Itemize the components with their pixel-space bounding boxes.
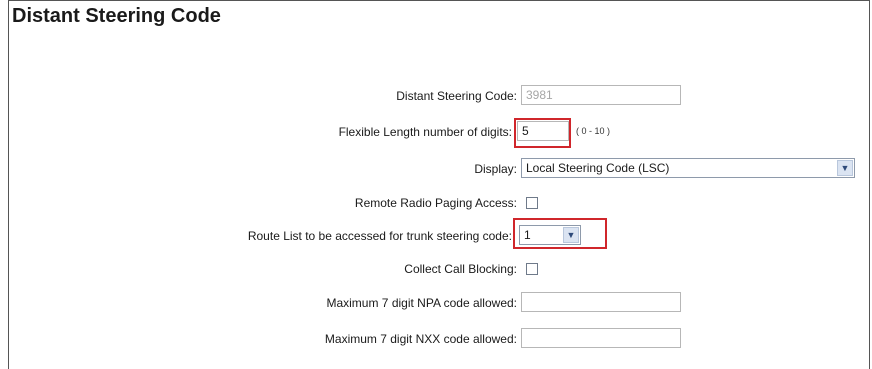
row-route-list: Route List to be accessed for trunk stee… [0,224,872,248]
row-collect-call-blocking: Collect Call Blocking: [0,257,872,281]
row-remote-radio-paging: Remote Radio Paging Access: [0,191,872,215]
row-display: Display: Local Steering Code (LSC) ▼ [0,157,872,181]
distant-steering-code-label: Distant Steering Code: [396,89,517,103]
row-flexible-length: Flexible Length number of digits: 5 ( 0 … [0,120,872,144]
max-npa-input[interactable] [521,292,681,312]
chevron-down-icon[interactable]: ▼ [837,160,853,176]
display-select-value: Local Steering Code (LSC) [526,161,670,175]
max-npa-label: Maximum 7 digit NPA code allowed: [326,296,517,310]
row-max-nxx: Maximum 7 digit NXX code allowed: [0,327,872,351]
remote-radio-paging-checkbox[interactable] [526,197,538,209]
display-label: Display: [474,162,517,176]
page-title: Distant Steering Code [12,5,221,27]
collect-call-blocking-label: Collect Call Blocking: [404,262,517,276]
row-max-npa: Maximum 7 digit NPA code allowed: [0,291,872,315]
flexible-length-highlight [514,118,571,148]
max-nxx-label: Maximum 7 digit NXX code allowed: [324,332,517,346]
collect-call-blocking-checkbox[interactable] [526,263,538,275]
route-list-highlight [513,218,607,249]
row-distant-steering-code: Distant Steering Code: 3981 [0,84,872,108]
route-list-label: Route List to be accessed for trunk stee… [247,229,512,243]
max-nxx-input[interactable] [521,328,681,348]
distant-steering-code-input[interactable]: 3981 [521,85,681,105]
flexible-length-label: Flexible Length number of digits: [338,125,512,139]
remote-radio-paging-label: Remote Radio Paging Access: [354,196,517,210]
display-select[interactable]: Local Steering Code (LSC) ▼ [521,158,855,178]
flexible-length-hint: ( 0 - 10 ) [576,126,611,136]
